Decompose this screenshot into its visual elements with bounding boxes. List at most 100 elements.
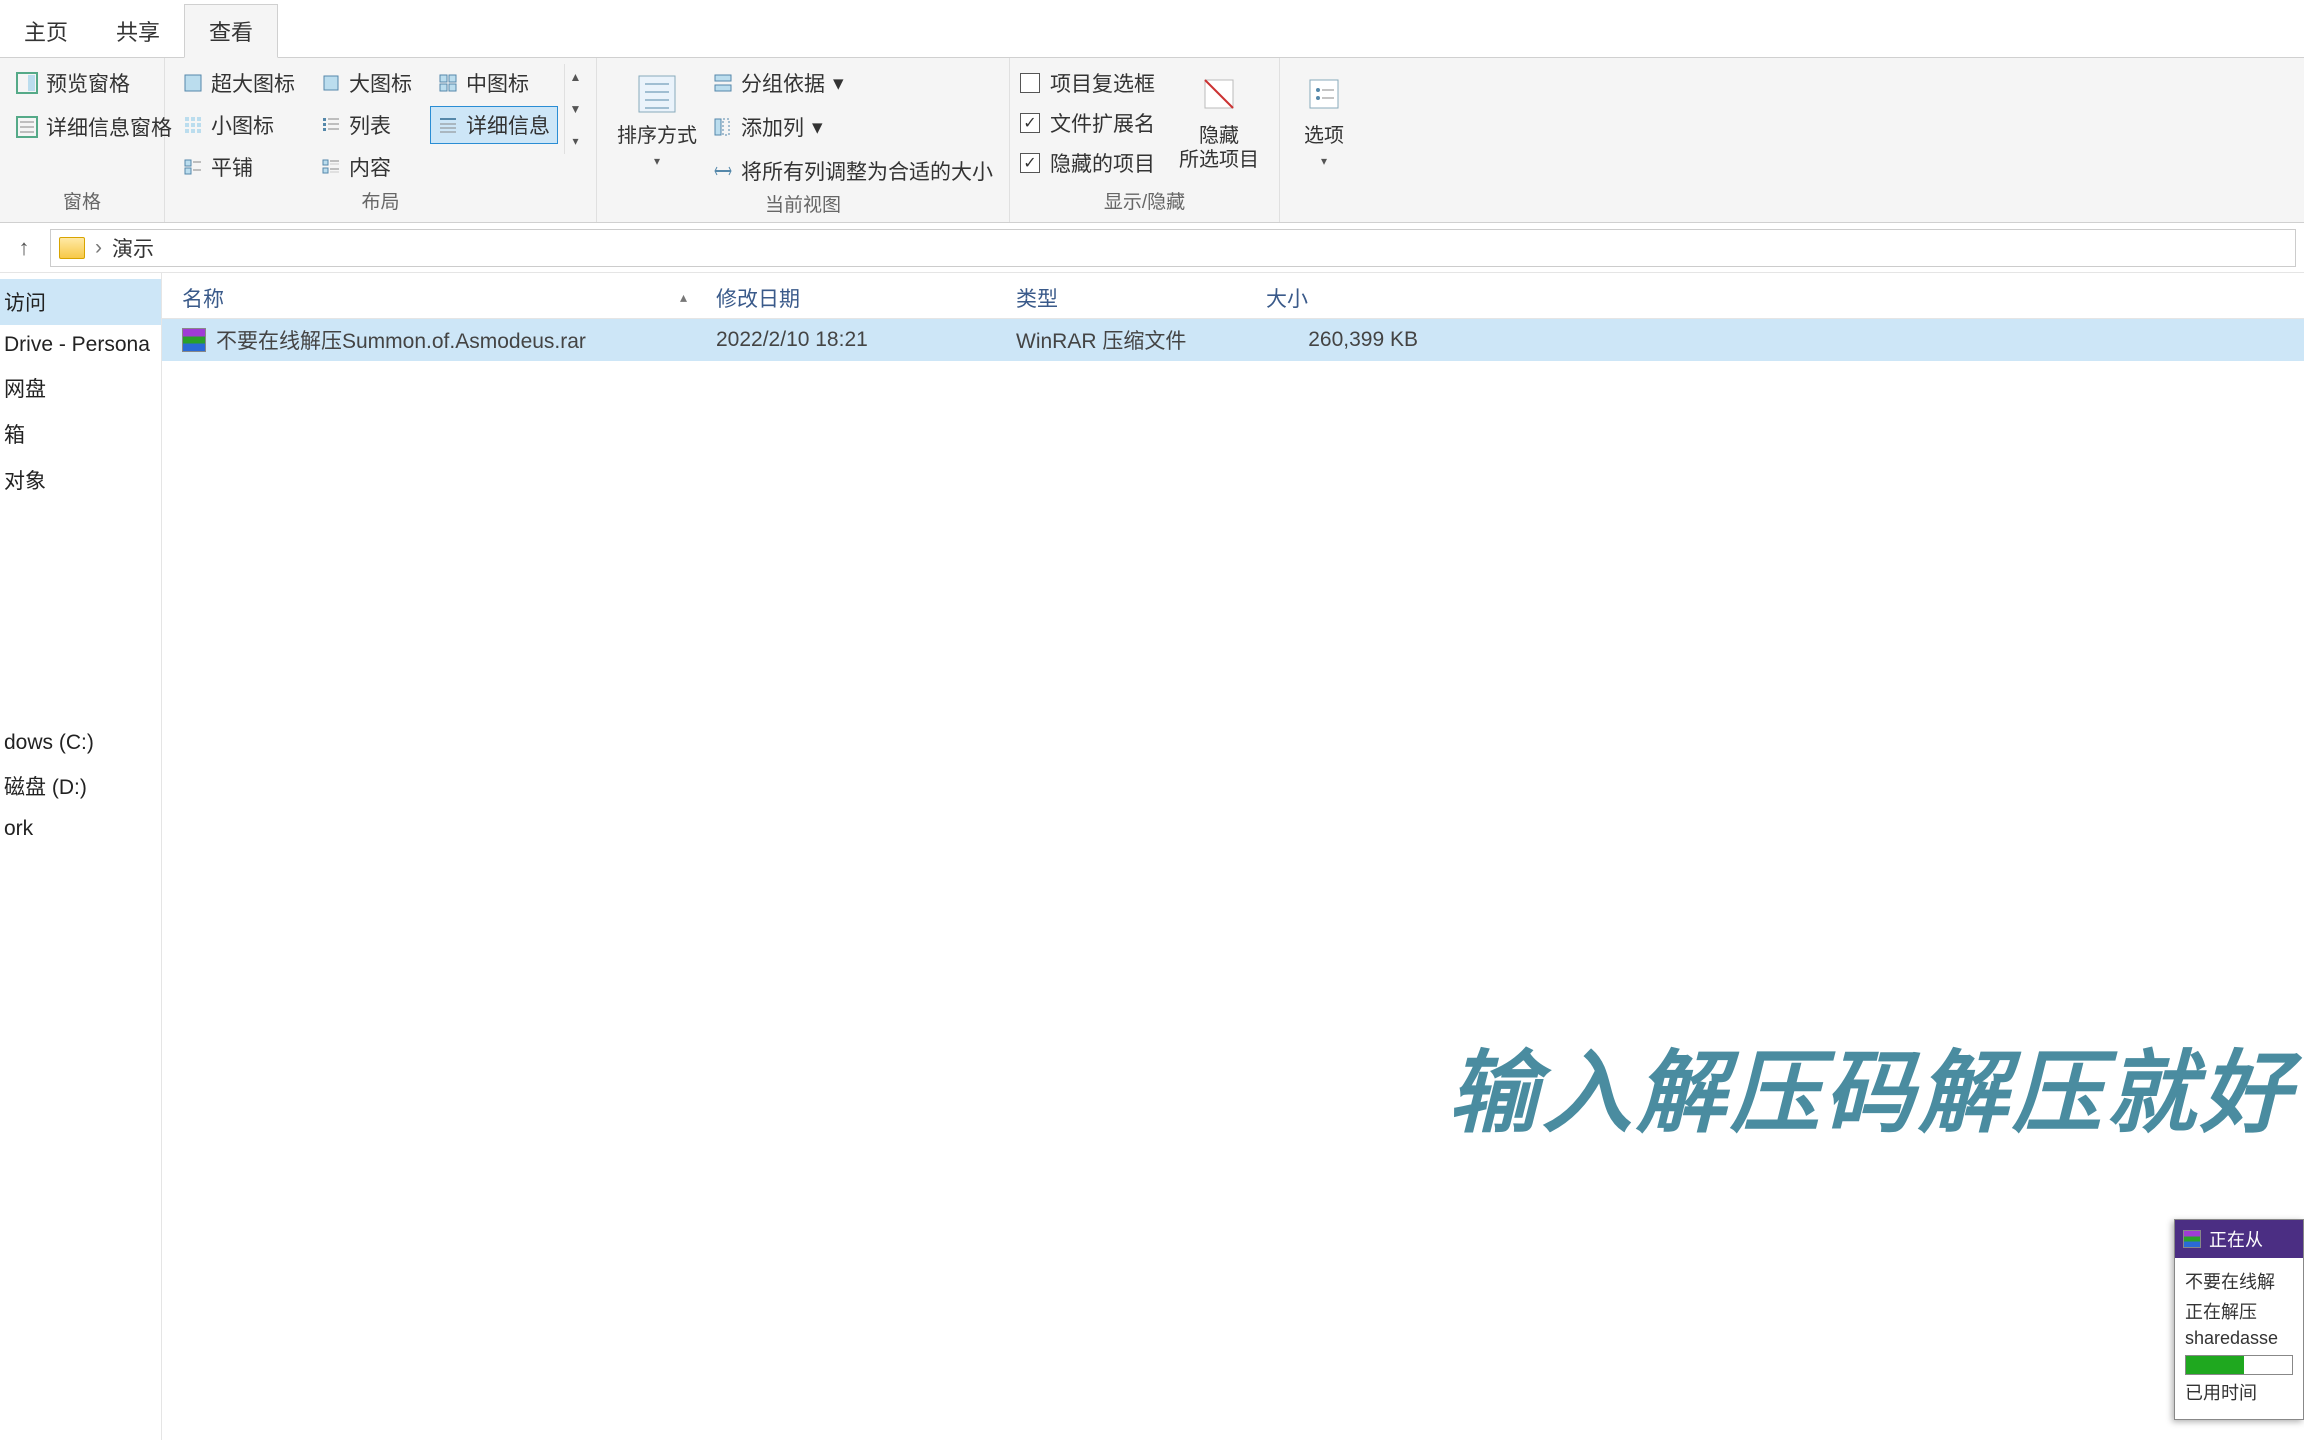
file-name: 不要在线解压Summon.of.Asmodeus.rar (216, 325, 586, 355)
ribbon-group-currentview: 排序方式 ▾ 分组依据 ▾ 添加列 ▾ 将所有列调整为合适的大小 (597, 58, 1010, 222)
preview-pane-button[interactable]: 预览窗格 (10, 64, 154, 102)
breadcrumb-folder[interactable]: 演示 (112, 233, 154, 263)
tiles-icon (183, 157, 203, 177)
popup-line4: 已用时间 (2185, 1379, 2293, 1405)
popup-titlebar[interactable]: 正在从 (2175, 1220, 2303, 1258)
ribbon-group-showhide-label: 显示/隐藏 (1104, 187, 1185, 218)
itemcheck-checkbox[interactable]: 项目复选框 (1020, 68, 1155, 98)
preview-pane-label: 预览窗格 (46, 68, 130, 98)
breadcrumb-sep: › (95, 236, 102, 260)
chevron-down-icon: ▾ (654, 154, 660, 168)
popup-line3: sharedasse (2185, 1328, 2293, 1349)
nav-sidebar: 访问 Drive - Persona 网盘 箱 对象 dows (C:) 磁盘 … (0, 273, 162, 1440)
addcolumn-button[interactable]: 添加列 ▾ (707, 108, 999, 146)
content-icon (321, 157, 341, 177)
progress-bar (2185, 1355, 2293, 1375)
popup-title-text: 正在从 (2209, 1226, 2263, 1252)
layout-large[interactable]: 大图标 (313, 64, 420, 102)
hide-selected-label: 隐藏 所选项目 (1179, 124, 1259, 172)
addcolumn-icon (713, 117, 733, 137)
details-pane-button[interactable]: 详细信息窗格 (10, 108, 154, 146)
large-icon (321, 73, 341, 93)
sidebar-item-network[interactable]: ork (0, 809, 161, 849)
sidebar-item-d-drive[interactable]: 磁盘 (D:) (0, 763, 161, 809)
chevron-down-icon: ▾ (1321, 154, 1327, 168)
sort-icon (633, 70, 681, 118)
sort-label: 排序方式 (617, 124, 697, 148)
list-icon (321, 115, 341, 135)
hiddenitems-checkbox[interactable]: ✓ 隐藏的项目 (1020, 148, 1155, 178)
chevron-down-icon: ▾ (812, 115, 823, 140)
small-icon (183, 115, 203, 135)
column-size[interactable]: 大小 (1252, 283, 1432, 313)
layout-down-arrow[interactable]: ▼ (570, 102, 582, 116)
checkbox-icon (1020, 73, 1040, 93)
layout-up-arrow[interactable]: ▲ (570, 70, 582, 84)
sidebar-item-3dobjects[interactable]: 对象 (0, 457, 161, 503)
sizeall-button[interactable]: 将所有列调整为合适的大小 (707, 152, 999, 190)
sort-button[interactable]: 排序方式 ▾ (607, 64, 707, 174)
column-type[interactable]: 类型 (1002, 283, 1252, 313)
rar-app-icon (2183, 1230, 2201, 1248)
ribbon-group-options: 选项 ▾ (1280, 58, 1368, 222)
layout-tiles[interactable]: 平铺 (175, 148, 303, 186)
nav-up-button[interactable]: ↑ (8, 232, 40, 264)
file-type: WinRAR 压缩文件 (1002, 325, 1252, 355)
popup-line2: 正在解压 (2185, 1298, 2293, 1324)
sizeall-icon (713, 161, 733, 181)
rar-file-icon (182, 328, 206, 352)
folder-icon (59, 237, 85, 259)
layout-list[interactable]: 列表 (313, 106, 420, 144)
tab-view[interactable]: 查看 (184, 4, 278, 58)
ribbon: 预览窗格 详细信息窗格 窗格 超大图标 大 (0, 58, 2304, 223)
checkbox-icon: ✓ (1020, 113, 1040, 133)
options-button[interactable]: 选项 ▾ (1290, 64, 1358, 174)
groupby-button[interactable]: 分组依据 ▾ (707, 64, 999, 102)
column-date[interactable]: 修改日期 (702, 283, 1002, 313)
hide-selected-button[interactable]: 隐藏 所选项目 (1169, 64, 1269, 178)
column-headers: 名称 ▴ 修改日期 类型 大小 (162, 277, 2304, 319)
layout-details[interactable]: 详细信息 (430, 106, 558, 144)
ribbon-group-showhide: 项目复选框 ✓ 文件扩展名 ✓ 隐藏的项目 隐藏 所选项目 显示/隐藏 (1010, 58, 1280, 222)
sidebar-item-onedrive[interactable]: Drive - Persona (0, 325, 161, 365)
ribbon-group-layout: 超大图标 大图标 中图标 小图标 列表 (165, 58, 597, 222)
layout-extra-large[interactable]: 超大图标 (175, 64, 303, 102)
checkbox-icon: ✓ (1020, 153, 1040, 173)
layout-small[interactable]: 小图标 (175, 106, 303, 144)
preview-pane-icon (16, 72, 38, 94)
options-label: 选项 (1304, 124, 1344, 148)
layout-more-arrow[interactable]: ▾ (572, 134, 578, 148)
progress-fill (2186, 1356, 2244, 1374)
titlebar (0, 0, 2304, 10)
details-pane-label: 详细信息窗格 (46, 112, 172, 142)
overlay-caption: 输入解压码解压就好 (1448, 1020, 2294, 1150)
winrar-progress-dialog[interactable]: 正在从 不要在线解 正在解压 sharedasse 已用时间 (2174, 1219, 2304, 1420)
address-bar: ↑ › 演示 (0, 223, 2304, 273)
extra-large-icon (183, 73, 203, 93)
layout-content[interactable]: 内容 (313, 148, 420, 186)
sidebar-item-quickaccess[interactable]: 访问 (0, 279, 161, 325)
sidebar-item-box[interactable]: 箱 (0, 411, 161, 457)
file-list: 名称 ▴ 修改日期 类型 大小 不要在线解压Summon.of.Asmodeus… (162, 273, 2304, 1440)
tab-share[interactable]: 共享 (92, 5, 184, 57)
popup-line1: 不要在线解 (2185, 1268, 2293, 1294)
file-date: 2022/2/10 18:21 (702, 328, 1002, 352)
ribbon-group-panes: 预览窗格 详细信息窗格 窗格 (0, 58, 165, 222)
groupby-icon (713, 73, 733, 93)
sidebar-item-c-drive[interactable]: dows (C:) (0, 723, 161, 763)
fileext-checkbox[interactable]: ✓ 文件扩展名 (1020, 108, 1155, 138)
sidebar-item-netdisk[interactable]: 网盘 (0, 365, 161, 411)
main-area: 访问 Drive - Persona 网盘 箱 对象 dows (C:) 磁盘 … (0, 273, 2304, 1440)
tab-home[interactable]: 主页 (0, 5, 92, 57)
ribbon-group-layout-label: 布局 (361, 187, 399, 218)
column-name[interactable]: 名称 ▴ (162, 283, 702, 313)
address-box[interactable]: › 演示 (50, 229, 2296, 267)
popup-body: 不要在线解 正在解压 sharedasse 已用时间 (2175, 1258, 2303, 1419)
medium-icon (438, 73, 458, 93)
chevron-down-icon: ▾ (833, 71, 844, 96)
layout-medium[interactable]: 中图标 (430, 64, 558, 102)
file-row[interactable]: 不要在线解压Summon.of.Asmodeus.rar 2022/2/10 1… (162, 319, 2304, 361)
ribbon-group-panes-label: 窗格 (63, 187, 101, 218)
file-size: 260,399 KB (1252, 328, 1432, 352)
sort-asc-icon: ▴ (680, 289, 687, 306)
